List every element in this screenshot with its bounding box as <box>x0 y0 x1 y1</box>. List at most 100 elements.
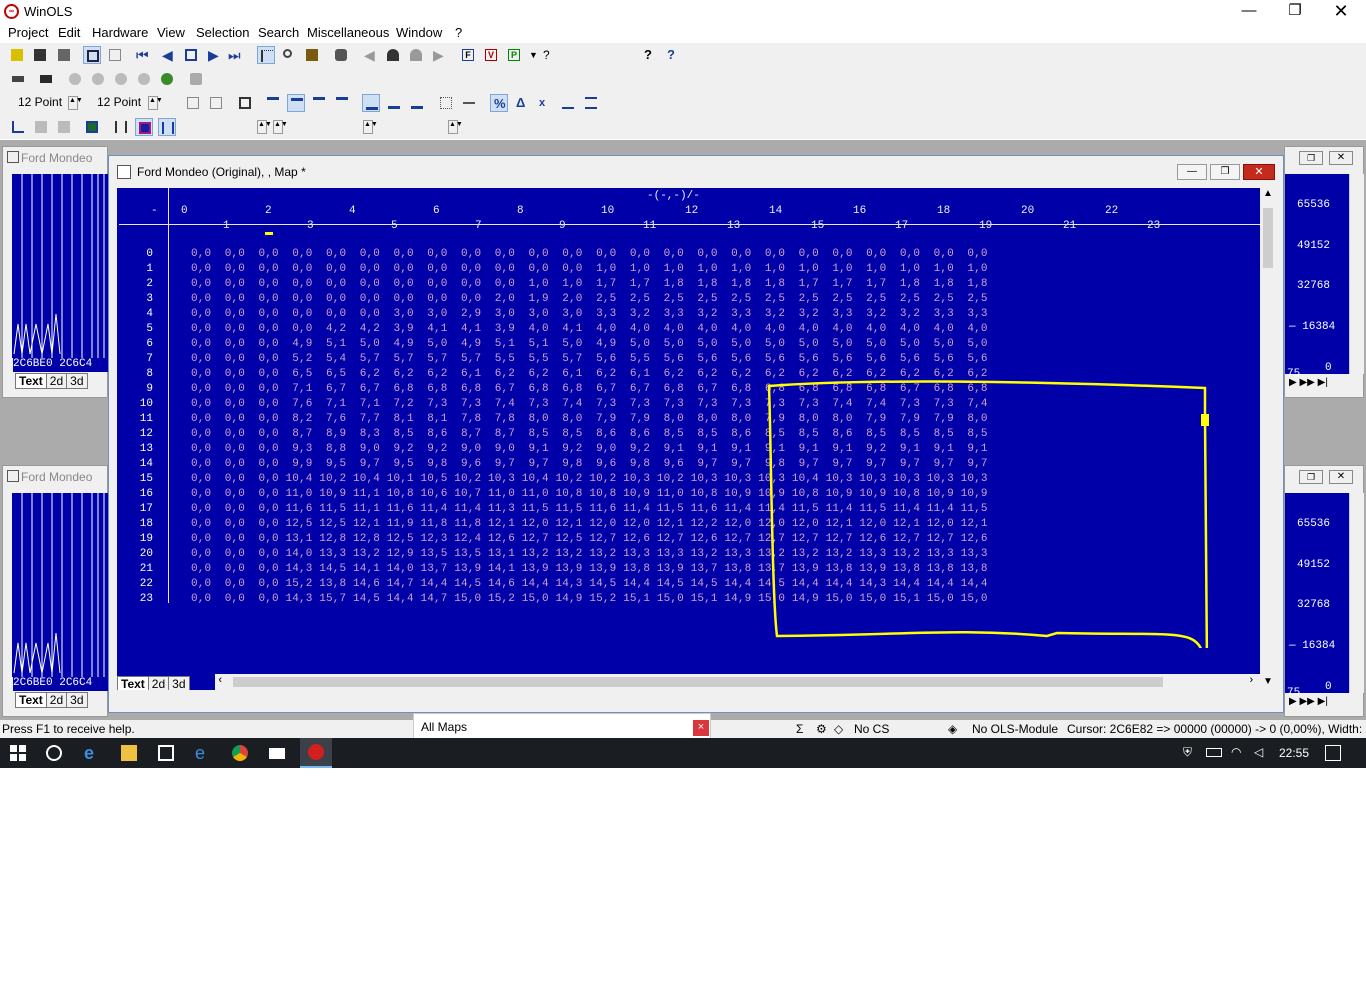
hand-icon-1[interactable] <box>66 70 84 88</box>
close-icon[interactable]: ✕ <box>1329 151 1353 165</box>
menu-selection[interactable]: Selection <box>196 25 249 40</box>
tab-text[interactable]: Text <box>15 692 47 708</box>
select-block-icon[interactable] <box>135 118 153 136</box>
hand-icon-2[interactable] <box>89 70 107 88</box>
table-row[interactable]: 0,0 0,0 0,0 0,0 0,0 0,0 0,0 0,0 0,0 0,0 … <box>191 278 988 290</box>
close-icon[interactable]: ✕ <box>1329 470 1353 484</box>
spinner-1-icon[interactable]: ▲▼ <box>68 96 83 110</box>
map-grid[interactable]: -(-,-)/- - 0 2 4 6 8 10 12 14 16 18 20 22 1 3 5 7 9 11 13… <box>117 188 1260 690</box>
menu-help[interactable]: ? <box>455 25 462 40</box>
map-tab-text[interactable]: Text <box>117 676 149 690</box>
map-tab-2d[interactable]: 2d <box>147 676 170 690</box>
wand-icon-2[interactable] <box>55 118 73 136</box>
menu-window[interactable]: Window <box>396 25 442 40</box>
table-row[interactable]: 0,0 0,0 0,0 4,9 5,1 5,0 4,9 5,0 4,9 5,1 … <box>191 338 988 350</box>
menu-hardware[interactable]: Hardware <box>92 25 148 40</box>
first-map-icon[interactable]: ⏮ <box>136 46 154 64</box>
maximize-button[interactable]: ❐ <box>1272 0 1318 23</box>
row-view-icon[interactable] <box>207 94 225 112</box>
hand-icon-4[interactable] <box>135 70 153 88</box>
float-icon[interactable] <box>333 94 351 112</box>
search-icon[interactable] <box>46 745 62 761</box>
vscroll-thumb[interactable] <box>1263 208 1273 268</box>
map-view-button[interactable] <box>257 46 275 64</box>
calculator-icon[interactable] <box>303 46 321 64</box>
volume-icon[interactable]: ◁ <box>1254 745 1270 761</box>
chip-icon[interactable] <box>9 70 27 88</box>
last-map-icon[interactable]: ⏭ <box>228 46 246 64</box>
column-select-icon[interactable] <box>112 118 130 136</box>
mini-nav-arrows[interactable]: ▶ ▶▶ ▶| <box>1289 696 1328 707</box>
chart-icon[interactable] <box>9 118 27 136</box>
eraser-icon[interactable] <box>187 70 205 88</box>
f-window-icon[interactable]: F <box>459 46 477 64</box>
store-icon[interactable] <box>158 745 174 761</box>
menu-edit[interactable]: Edit <box>58 25 80 40</box>
table-row[interactable]: 0,0 0,0 0,0 0,0 0,0 0,0 0,0 0,0 0,0 2,0 … <box>191 293 988 305</box>
decimal-icon[interactable] <box>362 94 380 112</box>
scroll-left-icon[interactable]: ‹ <box>217 675 224 687</box>
spinner-6-icon[interactable]: ▲▼ <box>448 120 463 134</box>
spinner-2-icon[interactable]: ▲▼ <box>148 96 163 110</box>
column-view-icon[interactable] <box>184 94 202 112</box>
previous-map-icon[interactable]: ◀ <box>159 46 177 64</box>
hex-icon[interactable] <box>385 94 403 112</box>
factor-icon[interactable]: x <box>536 94 554 112</box>
scroll-down-icon[interactable]: ▼ <box>1263 676 1273 687</box>
font-size-select-2[interactable]: 12 Point <box>97 95 141 109</box>
menu-miscellaneous[interactable]: Miscellaneous <box>307 25 389 40</box>
tab-2d[interactable]: 2d <box>45 692 68 708</box>
tab-text[interactable]: Text <box>15 373 47 389</box>
hand-flag-icon[interactable] <box>158 70 176 88</box>
winols-taskbar-button[interactable] <box>300 738 332 768</box>
chip-flash-icon[interactable] <box>37 70 55 88</box>
table-row[interactable]: 0,0 0,0 0,0 5,2 5,4 5,7 5,7 5,7 5,7 5,5 … <box>191 353 988 365</box>
original-compare-icon[interactable] <box>582 94 600 112</box>
table-row[interactable]: 0,0 0,0 0,0 0,0 0,0 0,0 0,0 0,0 0,0 0,0 … <box>191 248 988 260</box>
map-window[interactable]: Ford Mondeo (Original), , Map * — ❐ ✕ -(… <box>108 155 1284 713</box>
lohi-icon[interactable] <box>437 94 455 112</box>
mini-vscroll[interactable] <box>1349 174 1364 374</box>
question-icon[interactable]: ? <box>540 46 558 64</box>
scroll-thumb[interactable] <box>233 677 1163 687</box>
open-project-button[interactable] <box>31 46 49 64</box>
color-map-icon[interactable] <box>83 118 101 136</box>
binary-icon[interactable] <box>408 94 426 112</box>
minimize-button[interactable]: — <box>1226 0 1272 23</box>
delta-icon[interactable]: Δ <box>513 94 531 112</box>
download-icon[interactable] <box>407 46 425 64</box>
grid-icon[interactable] <box>236 94 254 112</box>
context-help-icon[interactable]: ? <box>664 46 682 64</box>
back-icon[interactable]: ◀ <box>361 46 379 64</box>
mini-window-left-top[interactable]: Ford Mondeo 2C6BE0 2C6C4 Text 2d 3d <box>2 146 109 398</box>
map-tab-3d[interactable]: 3d <box>168 676 190 690</box>
file-explorer-icon[interactable] <box>121 745 137 761</box>
mini-window-right-top[interactable]: ❐ ✕ 65536 49152 32768 — 16384 0 75 ▶ ▶▶ … <box>1284 146 1364 398</box>
spinner-4-icon[interactable]: ▲▼ <box>273 120 288 134</box>
spinner-5-icon[interactable]: ▲▼ <box>363 120 378 134</box>
mini-vscroll[interactable] <box>1349 493 1364 693</box>
restore-icon[interactable]: ❐ <box>1299 470 1323 484</box>
shield-icon[interactable]: ⛨ <box>1183 745 1199 761</box>
tab-3d[interactable]: 3d <box>66 373 88 389</box>
table-row[interactable]: 0,0 0,0 0,0 0,0 0,0 0,0 0,0 0,0 0,0 0,0 … <box>191 263 988 275</box>
p-window-icon[interactable]: P <box>505 46 523 64</box>
new-project-button[interactable] <box>8 46 26 64</box>
vertical-scrollbar[interactable]: ▲ ▼ <box>1260 188 1276 690</box>
menu-search[interactable]: Search <box>258 25 299 40</box>
horizontal-scrollbar[interactable]: ‹ › <box>215 674 1260 690</box>
upload-icon[interactable] <box>384 46 402 64</box>
mail-icon[interactable] <box>269 748 285 759</box>
help-icon[interactable]: ? <box>641 46 659 64</box>
find-icon[interactable] <box>280 46 298 64</box>
wifi-icon[interactable]: ◠ <box>1231 745 1247 761</box>
mini-window-left-bottom[interactable]: Ford Mondeo 2C6BE0 2C6C4 Text 2d 3d <box>2 465 109 717</box>
menu-project[interactable]: Project <box>8 25 48 40</box>
menu-view[interactable]: View <box>157 25 185 40</box>
print-button[interactable] <box>55 46 73 64</box>
wand-icon-1[interactable] <box>32 118 50 136</box>
notifications-icon[interactable] <box>1325 745 1341 761</box>
mini-window-right-bottom[interactable]: ❐ ✕ 65536 49152 32768 — 16384 0 75 ▶ ▶▶ … <box>1284 465 1364 717</box>
copy-window-button[interactable] <box>106 46 124 64</box>
map-list-icon[interactable] <box>182 46 200 64</box>
